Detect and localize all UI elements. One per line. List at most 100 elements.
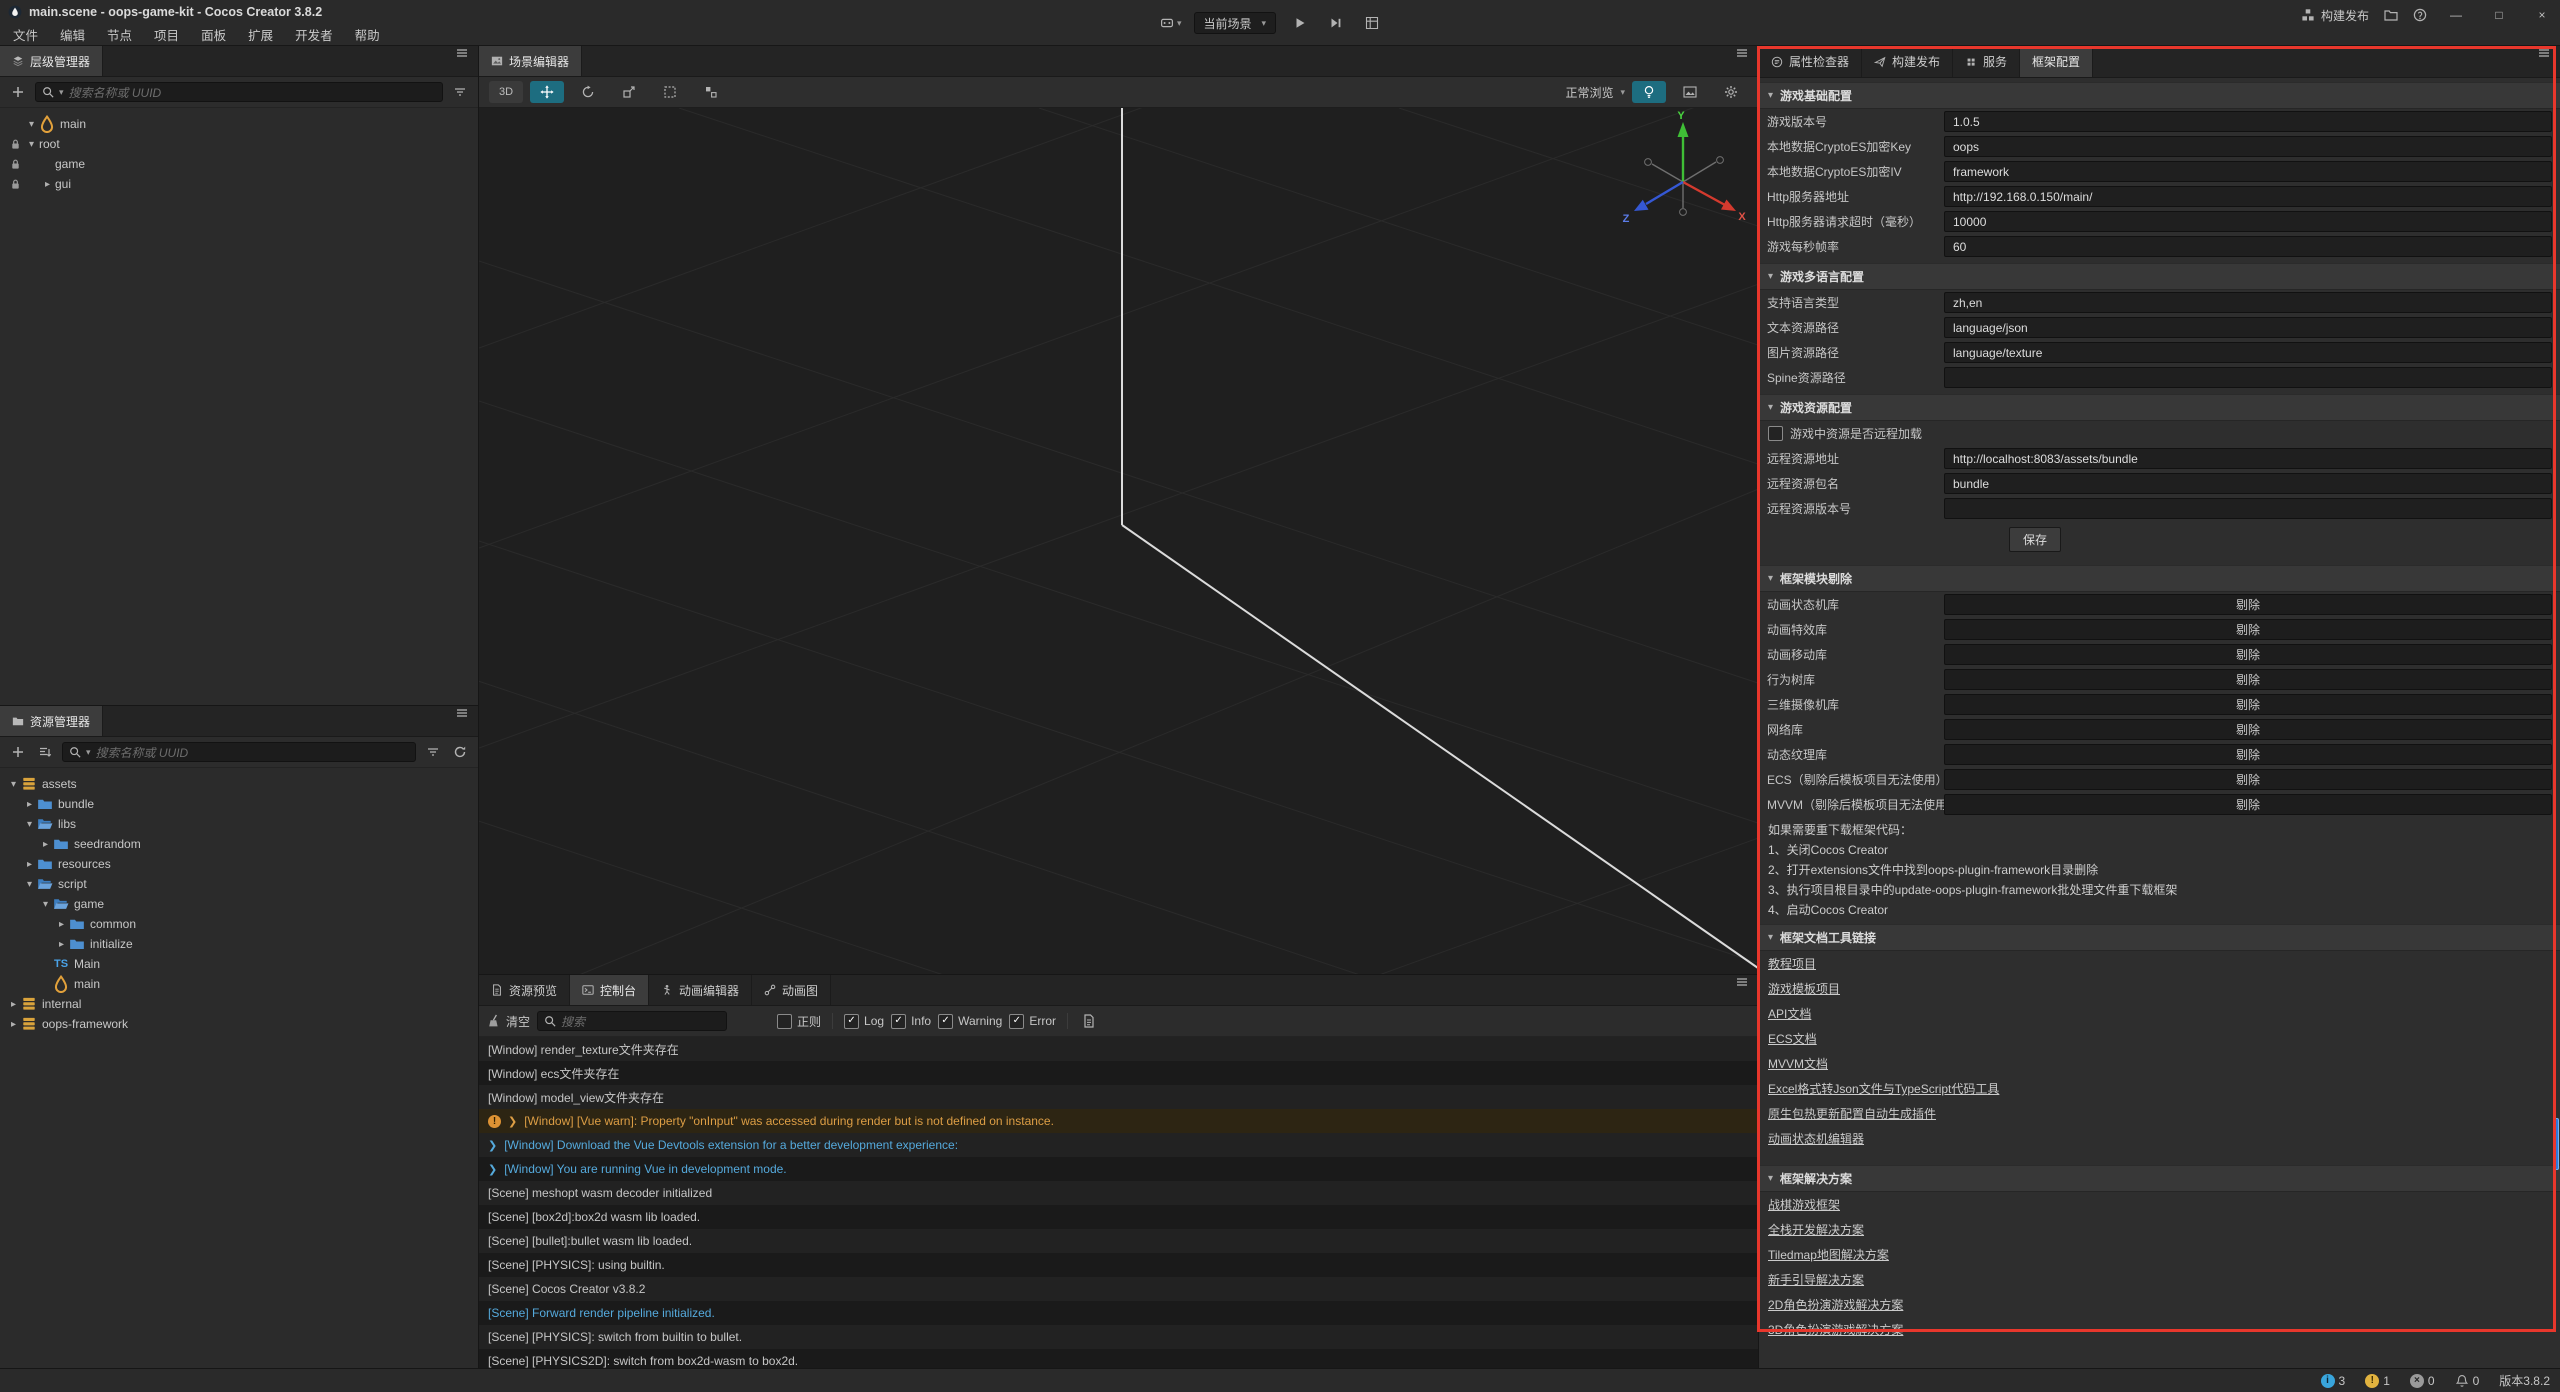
expand-chevron-icon[interactable]: ❯ bbox=[488, 1139, 497, 1152]
doc-link[interactable]: 动画状态机编辑器 bbox=[1759, 1126, 2560, 1151]
regex-checkbox[interactable]: 正则 bbox=[777, 1013, 821, 1030]
chevron-right-icon[interactable]: ▸ bbox=[54, 919, 69, 930]
chevron-down-icon[interactable]: ▾ bbox=[24, 139, 39, 150]
text-input[interactable]: language/json bbox=[1944, 317, 2552, 338]
solution-link[interactable]: 2D角色扮演游戏解决方案 bbox=[1759, 1292, 2560, 1317]
doc-link[interactable]: ECS文档 bbox=[1759, 1026, 2560, 1051]
chevron-right-icon[interactable]: ▸ bbox=[22, 859, 37, 870]
chevron-down-icon[interactable]: ▾ bbox=[6, 779, 21, 790]
filter-error-checkbox[interactable]: Error bbox=[1009, 1014, 1056, 1029]
panel-menu-icon[interactable] bbox=[455, 46, 469, 60]
solution-link[interactable]: Tiledmap地图解决方案 bbox=[1759, 1242, 2560, 1267]
doc-link[interactable]: 教程项目 bbox=[1759, 951, 2560, 976]
console-search-input[interactable]: 搜索 bbox=[537, 1011, 727, 1031]
menu-item-0[interactable]: 文件 bbox=[2, 25, 49, 44]
tree-row[interactable]: ▸gui bbox=[0, 174, 478, 194]
chevron-right-icon[interactable]: ▸ bbox=[22, 799, 37, 810]
log-row[interactable]: [Window] render_texture文件夹存在 bbox=[479, 1037, 1758, 1061]
chevron-down-icon[interactable]: ▾ bbox=[24, 119, 39, 130]
remove-module-button[interactable]: 剔除 bbox=[1944, 619, 2552, 640]
add-asset-button[interactable] bbox=[8, 742, 28, 762]
log-row[interactable]: [Scene] [box2d]:box2d wasm lib loaded. bbox=[479, 1205, 1758, 1229]
save-button[interactable]: 保存 bbox=[2009, 527, 2061, 552]
tree-row[interactable]: game bbox=[0, 154, 478, 174]
tree-row[interactable]: ▸oops-framework bbox=[0, 1014, 478, 1034]
section-header[interactable]: ▾游戏资源配置 bbox=[1759, 394, 2560, 421]
text-input[interactable]: zh,en bbox=[1944, 292, 2552, 313]
remove-module-button[interactable]: 剔除 bbox=[1944, 644, 2552, 665]
remove-module-button[interactable]: 剔除 bbox=[1944, 694, 2552, 715]
tree-row[interactable]: ▾root bbox=[0, 134, 478, 154]
chevron-right-icon[interactable]: ▸ bbox=[38, 839, 53, 850]
filter-log-checkbox[interactable]: Log bbox=[844, 1014, 884, 1029]
menu-item-7[interactable]: 帮助 bbox=[344, 25, 391, 44]
text-input[interactable]: 1.0.5 bbox=[1944, 111, 2552, 132]
open-folder-icon[interactable] bbox=[2384, 8, 2398, 22]
doc-link[interactable]: MVVM文档 bbox=[1759, 1051, 2560, 1076]
remove-module-button[interactable]: 剔除 bbox=[1944, 794, 2552, 815]
sort-icon[interactable] bbox=[35, 742, 55, 762]
chevron-right-icon[interactable]: ▸ bbox=[6, 1019, 21, 1030]
menu-item-5[interactable]: 扩展 bbox=[237, 25, 284, 44]
expand-chevron-icon[interactable]: ❯ bbox=[508, 1115, 517, 1128]
text-input[interactable]: 10000 bbox=[1944, 211, 2552, 232]
inspector-tab-0[interactable]: 属性检查器 bbox=[1759, 46, 1862, 77]
log-row[interactable]: [Scene] [PHYSICS]: switch from builtin t… bbox=[479, 1325, 1758, 1349]
tree-row[interactable]: main bbox=[0, 974, 478, 994]
tab-hierarchy[interactable]: 层级管理器 bbox=[0, 46, 103, 76]
close-button[interactable]: × bbox=[2528, 3, 2556, 27]
menu-item-6[interactable]: 开发者 bbox=[284, 25, 344, 44]
tree-row[interactable]: ▸resources bbox=[0, 854, 478, 874]
clear-console-button[interactable]: 清空 bbox=[487, 1013, 530, 1030]
text-input[interactable]: 60 bbox=[1944, 236, 2552, 257]
log-row[interactable]: ❯[Window] You are running Vue in develop… bbox=[479, 1157, 1758, 1181]
log-detail-button[interactable] bbox=[1079, 1011, 1099, 1031]
tree-row[interactable]: ▾game bbox=[0, 894, 478, 914]
remove-module-button[interactable]: 剔除 bbox=[1944, 744, 2552, 765]
inspector-tab-2[interactable]: 服务 bbox=[1953, 46, 2020, 77]
help-icon[interactable] bbox=[2413, 8, 2427, 22]
filter-warning-checkbox[interactable]: Warning bbox=[938, 1014, 1002, 1029]
scrollbar-thumb[interactable] bbox=[2554, 1118, 2559, 1170]
log-row[interactable]: [Scene] Forward render pipeline initiali… bbox=[479, 1301, 1758, 1325]
log-row[interactable]: ❯[Window] Download the Vue Devtools exte… bbox=[479, 1133, 1758, 1157]
tree-row[interactable]: ▾libs bbox=[0, 814, 478, 834]
view-3d-toggle[interactable]: 3D bbox=[489, 81, 523, 103]
doc-link[interactable]: 原生包热更新配置自动生成插件 bbox=[1759, 1101, 2560, 1126]
log-row[interactable]: [Scene] [bullet]:bullet wasm lib loaded. bbox=[479, 1229, 1758, 1253]
console-tab-2[interactable]: 动画编辑器 bbox=[649, 975, 752, 1005]
solution-link[interactable]: 全栈开发解决方案 bbox=[1759, 1217, 2560, 1242]
play-button[interactable] bbox=[1288, 12, 1312, 34]
assets-search-input[interactable]: ▾ 搜索名称或 UUID bbox=[62, 742, 416, 762]
light-toggle-button[interactable] bbox=[1632, 81, 1666, 103]
hierarchy-search-input[interactable]: ▾ 搜索名称或 UUID bbox=[35, 82, 443, 102]
layout-button[interactable] bbox=[1360, 12, 1384, 34]
chevron-right-icon[interactable]: ▸ bbox=[6, 999, 21, 1010]
gizmo-tool-button[interactable] bbox=[694, 81, 728, 103]
text-input[interactable]: http://192.168.0.150/main/ bbox=[1944, 186, 2552, 207]
solution-link[interactable]: 战棋游戏框架 bbox=[1759, 1192, 2560, 1217]
add-node-button[interactable] bbox=[8, 82, 28, 102]
text-input[interactable]: language/texture bbox=[1944, 342, 2552, 363]
tree-row[interactable]: ▸initialize bbox=[0, 934, 478, 954]
remove-module-button[interactable]: 剔除 bbox=[1944, 769, 2552, 790]
text-input[interactable]: http://localhost:8083/assets/bundle bbox=[1944, 448, 2552, 469]
move-tool-button[interactable] bbox=[530, 81, 564, 103]
log-row[interactable]: [Scene] [PHYSICS2D]: switch from box2d-w… bbox=[479, 1349, 1758, 1368]
scale-tool-button[interactable] bbox=[612, 81, 646, 103]
text-input[interactable]: framework bbox=[1944, 161, 2552, 182]
doc-link[interactable]: Excel格式转Json文件与TypeScript代码工具 bbox=[1759, 1076, 2560, 1101]
filter-info-checkbox[interactable]: Info bbox=[891, 1014, 931, 1029]
menu-item-3[interactable]: 项目 bbox=[143, 25, 190, 44]
menu-item-4[interactable]: 面板 bbox=[190, 25, 237, 44]
tab-assets[interactable]: 资源管理器 bbox=[0, 706, 103, 736]
scene-viewport[interactable]: Y X Z bbox=[479, 108, 1758, 974]
solution-link[interactable]: 新手引导解决方案 bbox=[1759, 1267, 2560, 1292]
error-count-icon[interactable]: × bbox=[2410, 1374, 2424, 1388]
chevron-right-icon[interactable]: ▸ bbox=[40, 179, 55, 190]
axis-gizmo[interactable]: Y X Z bbox=[1618, 110, 1748, 240]
chevron-right-icon[interactable]: ▸ bbox=[54, 939, 69, 950]
device-preview-button[interactable]: ▾ bbox=[1160, 16, 1182, 30]
console-tab-0[interactable]: 资源预览 bbox=[479, 975, 570, 1005]
tree-row[interactable]: ▸bundle bbox=[0, 794, 478, 814]
